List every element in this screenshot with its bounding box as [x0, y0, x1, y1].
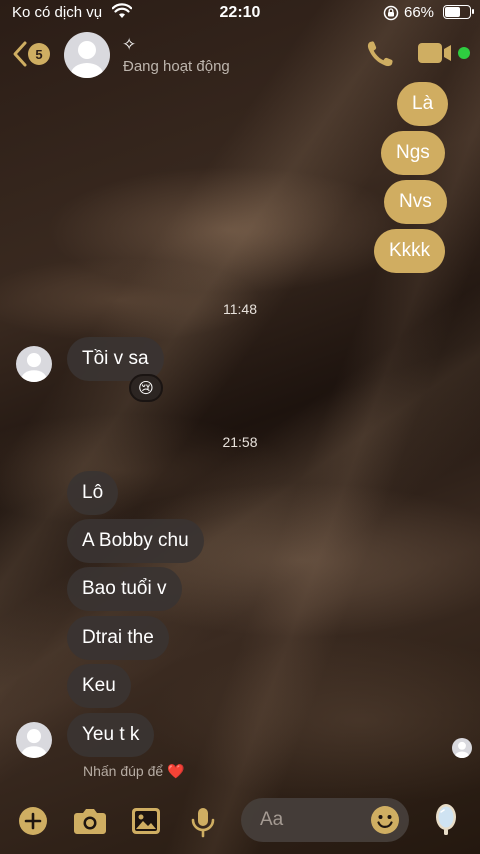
- call-button[interactable]: [364, 38, 396, 75]
- lock-rotation-icon: [383, 5, 399, 26]
- message-reaction[interactable]: 😢: [129, 374, 163, 402]
- emoji-button[interactable]: [370, 805, 400, 840]
- sparkle-icon: ✧: [122, 35, 137, 54]
- camera-icon: [74, 809, 106, 834]
- avatar-icon: [71, 41, 103, 78]
- message-input[interactable]: [260, 809, 360, 831]
- received-message[interactable]: A Bobby chu: [67, 519, 204, 563]
- microphone-icon: [191, 808, 215, 838]
- avatar-icon: [21, 729, 47, 758]
- battery-icon: [443, 5, 474, 19]
- received-message[interactable]: Lô: [67, 471, 119, 515]
- avatar-icon: [21, 353, 47, 382]
- image-icon: [132, 808, 160, 834]
- sender-avatar[interactable]: [16, 346, 52, 382]
- received-message[interactable]: Bao tuổi v: [67, 567, 182, 611]
- video-camera-icon: [418, 43, 451, 63]
- unread-count-badge: 5: [28, 43, 50, 65]
- chevron-left-icon: [13, 41, 27, 67]
- battery-level-fill: [445, 7, 461, 17]
- contact-avatar[interactable]: [64, 32, 110, 78]
- camera-button[interactable]: [73, 806, 107, 841]
- gallery-button[interactable]: [130, 806, 162, 841]
- status-bar: Ko có dịch vụ 22:10 66%: [0, 0, 480, 28]
- double-tap-hint: Nhấn đúp để ❤️: [83, 763, 185, 779]
- back-button[interactable]: [10, 40, 30, 68]
- plus-icon: [19, 807, 47, 835]
- sent-message[interactable]: Nvs: [384, 180, 447, 224]
- composer-bar: [0, 794, 480, 854]
- message-timestamp: 11:48: [223, 301, 257, 317]
- conversation-header: 5 ✧ Đang hoạt động: [0, 30, 480, 80]
- add-button[interactable]: [18, 806, 48, 841]
- phone-icon: [367, 41, 393, 67]
- avatar-icon: [455, 741, 469, 758]
- seen-indicator-avatar: [452, 738, 472, 758]
- mirror-icon: [436, 804, 456, 835]
- sent-message[interactable]: Kkkk: [374, 229, 446, 273]
- video-call-button[interactable]: [416, 41, 454, 70]
- sender-avatar[interactable]: [16, 722, 52, 758]
- voice-button[interactable]: [190, 806, 216, 843]
- sent-message[interactable]: Ngs: [381, 131, 445, 175]
- battery-percent: 66%: [404, 4, 435, 21]
- received-message[interactable]: Keu: [67, 664, 131, 708]
- quick-reaction-button[interactable]: [434, 802, 458, 841]
- received-message[interactable]: Dtrai the: [67, 616, 169, 660]
- active-status: Đang hoạt động: [123, 58, 230, 75]
- sent-message[interactable]: Là: [397, 82, 449, 126]
- message-timestamp: 21:58: [222, 434, 258, 450]
- online-indicator: [458, 47, 470, 59]
- smiley-icon: [371, 806, 399, 834]
- received-message[interactable]: Yeu t k: [67, 713, 155, 757]
